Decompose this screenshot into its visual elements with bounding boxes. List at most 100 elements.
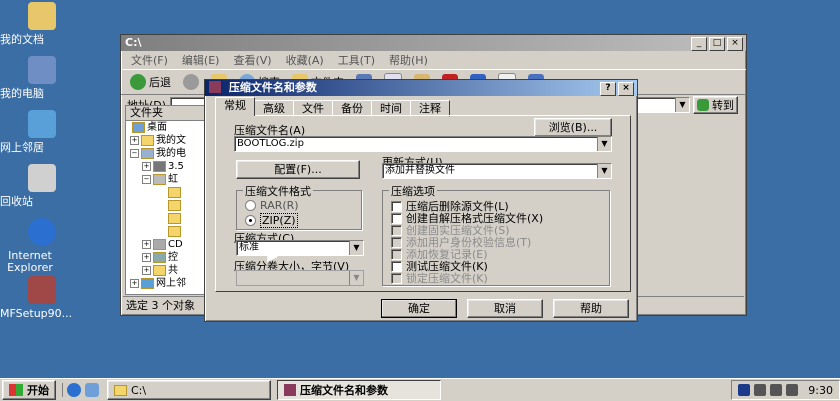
options-group: 压缩选项 压缩后删除源文件(L) 创建自解压格式压缩文件(X) 创建固实压缩文件…	[382, 183, 610, 286]
winrar-icon	[209, 81, 221, 93]
desktop-icon-my-documents[interactable]: 我的文档	[0, 2, 84, 46]
back-button[interactable]: 后退	[127, 72, 174, 92]
menu-tools[interactable]: 工具(T)	[338, 52, 375, 68]
collapse-icon[interactable]: −	[130, 149, 139, 158]
desktop-icon-my-computer[interactable]: 我的电脑	[0, 56, 84, 100]
option-lock-archive: 锁定压缩文件(K)	[391, 270, 488, 286]
tree-item[interactable]	[126, 212, 212, 225]
minimize-button[interactable]: _	[691, 37, 707, 51]
network-icon	[141, 278, 154, 289]
back-arrow-icon	[130, 74, 146, 90]
setup-icon	[28, 276, 56, 304]
tree-item[interactable]: + 控	[126, 251, 212, 264]
windows-logo-icon	[9, 384, 23, 396]
task-explorer[interactable]: C:\	[107, 380, 271, 400]
menu-edit[interactable]: 编辑(E)	[182, 52, 220, 68]
chevron-down-icon[interactable]: ▼	[349, 271, 363, 285]
tree-item[interactable]	[126, 186, 212, 199]
close-button[interactable]: ×	[727, 37, 743, 51]
app-tray-icon[interactable]	[786, 384, 799, 396]
tree-item[interactable]: + 网上邻	[126, 277, 212, 290]
desktop-icon-setup[interactable]: MFSetup90...	[0, 276, 84, 320]
menu-help[interactable]: 帮助(H)	[389, 52, 428, 68]
explorer-title: C:\	[125, 36, 142, 49]
tree-item[interactable]: + 我的文	[126, 134, 212, 147]
quick-launch	[62, 383, 99, 397]
help-title-button[interactable]: ?	[600, 82, 616, 96]
recycle-bin-icon	[28, 164, 56, 192]
desktop-icon-recycle-bin[interactable]: 回收站	[0, 164, 84, 208]
maximize-button[interactable]: □	[709, 37, 725, 51]
chevron-down-icon: ▼	[675, 98, 689, 112]
volume-size-combo[interactable]: ▼	[236, 270, 364, 286]
radio-off-icon	[245, 200, 256, 211]
go-button[interactable]: 转到	[693, 96, 738, 114]
forward-button[interactable]	[180, 72, 202, 92]
desktop-icon-network[interactable]: 网上邻居	[0, 110, 84, 154]
archive-dialog[interactable]: 压缩文件名和参数 ? × 常规 高级 文件 备份 时间 注释 压缩文件名(A) …	[204, 79, 638, 322]
expand-icon[interactable]: +	[142, 266, 151, 275]
task-archive-dialog[interactable]: 压缩文件名和参数	[277, 380, 441, 400]
method-combo[interactable]: 标准 ▼	[236, 240, 364, 256]
expand-icon[interactable]: +	[130, 136, 139, 145]
system-tray: 9:30	[731, 380, 840, 400]
start-button[interactable]: 开始	[2, 380, 56, 400]
expand-icon[interactable]: +	[142, 253, 151, 262]
expand-icon[interactable]: +	[130, 279, 139, 288]
collapse-icon[interactable]: −	[142, 175, 151, 184]
folder-icon	[168, 200, 181, 211]
folder-icon	[168, 213, 181, 224]
menu-view[interactable]: 查看(V)	[233, 52, 271, 68]
general-panel: 压缩文件名(A) 浏览(B)... BOOTLOG.zip ▼ 配置(F)...…	[215, 115, 631, 292]
update-mode-combo[interactable]: 添加并替换文件 ▼	[382, 163, 612, 179]
folder-icon	[141, 135, 154, 146]
tree-item[interactable]: − 虹	[126, 173, 212, 186]
ok-button[interactable]: 确定	[381, 299, 457, 318]
tree-item[interactable]: 桌面	[126, 121, 212, 134]
format-zip-radio[interactable]: ZIP(Z)	[245, 213, 298, 228]
winrar-icon	[284, 384, 296, 396]
tree-item[interactable]: − 我的电	[126, 147, 212, 160]
chevron-down-icon[interactable]: ▼	[597, 164, 611, 178]
network-places-icon	[28, 110, 56, 138]
archive-name-combo[interactable]: BOOTLOG.zip ▼	[234, 136, 612, 152]
tree-item[interactable]	[126, 199, 212, 212]
expand-icon[interactable]: +	[142, 162, 151, 171]
close-button[interactable]: ×	[618, 82, 634, 96]
network-tray-icon[interactable]	[754, 384, 767, 396]
desktop-icon-ie[interactable]: Internet Explorer	[0, 218, 84, 274]
tree-item[interactable]: +3.5	[126, 160, 212, 173]
ie-icon[interactable]	[67, 383, 81, 397]
folder-icon	[168, 226, 181, 237]
cd-drive-icon	[153, 239, 166, 250]
tab-general[interactable]: 常规	[215, 97, 255, 116]
format-rar-radio[interactable]: RAR(R)	[245, 199, 299, 212]
ime-icon[interactable]	[738, 384, 751, 396]
browse-button[interactable]: 浏览(B)...	[534, 118, 612, 137]
tree-item[interactable]: + 共	[126, 264, 212, 277]
explorer-titlebar[interactable]: C:\	[121, 35, 746, 51]
taskbar: 开始 C:\ 压缩文件名和参数 9:30	[0, 378, 840, 401]
menu-favorites[interactable]: 收藏(A)	[286, 52, 324, 68]
chevron-down-icon[interactable]: ▼	[597, 137, 611, 151]
folder-icon	[114, 384, 127, 396]
folder-tree-pane[interactable]: 文件夹 桌面 + 我的文 − 我的电 +3.5 − 虹 + CD + 控 + 共 + 网上邻	[125, 105, 213, 295]
show-desktop-icon[interactable]	[85, 383, 99, 397]
ie-icon	[28, 218, 56, 246]
tree-item[interactable]: + CD	[126, 238, 212, 251]
go-arrow-icon	[697, 99, 709, 111]
tree-item[interactable]	[126, 225, 212, 238]
desktop-icon	[132, 122, 145, 133]
volume-icon[interactable]	[770, 384, 783, 396]
chevron-down-icon[interactable]: ▼	[349, 241, 363, 255]
my-documents-icon	[28, 2, 56, 30]
help-button[interactable]: 帮助	[553, 299, 629, 318]
checkbox-icon	[391, 272, 402, 284]
profiles-button[interactable]: 配置(F)...	[236, 160, 360, 179]
cancel-button[interactable]: 取消	[467, 299, 543, 318]
dialog-titlebar[interactable]: 压缩文件名和参数 ? ×	[205, 80, 637, 96]
drive-icon	[153, 174, 166, 185]
menu-file[interactable]: 文件(F)	[131, 52, 168, 68]
expand-icon[interactable]: +	[142, 240, 151, 249]
clock: 9:30	[808, 383, 833, 397]
